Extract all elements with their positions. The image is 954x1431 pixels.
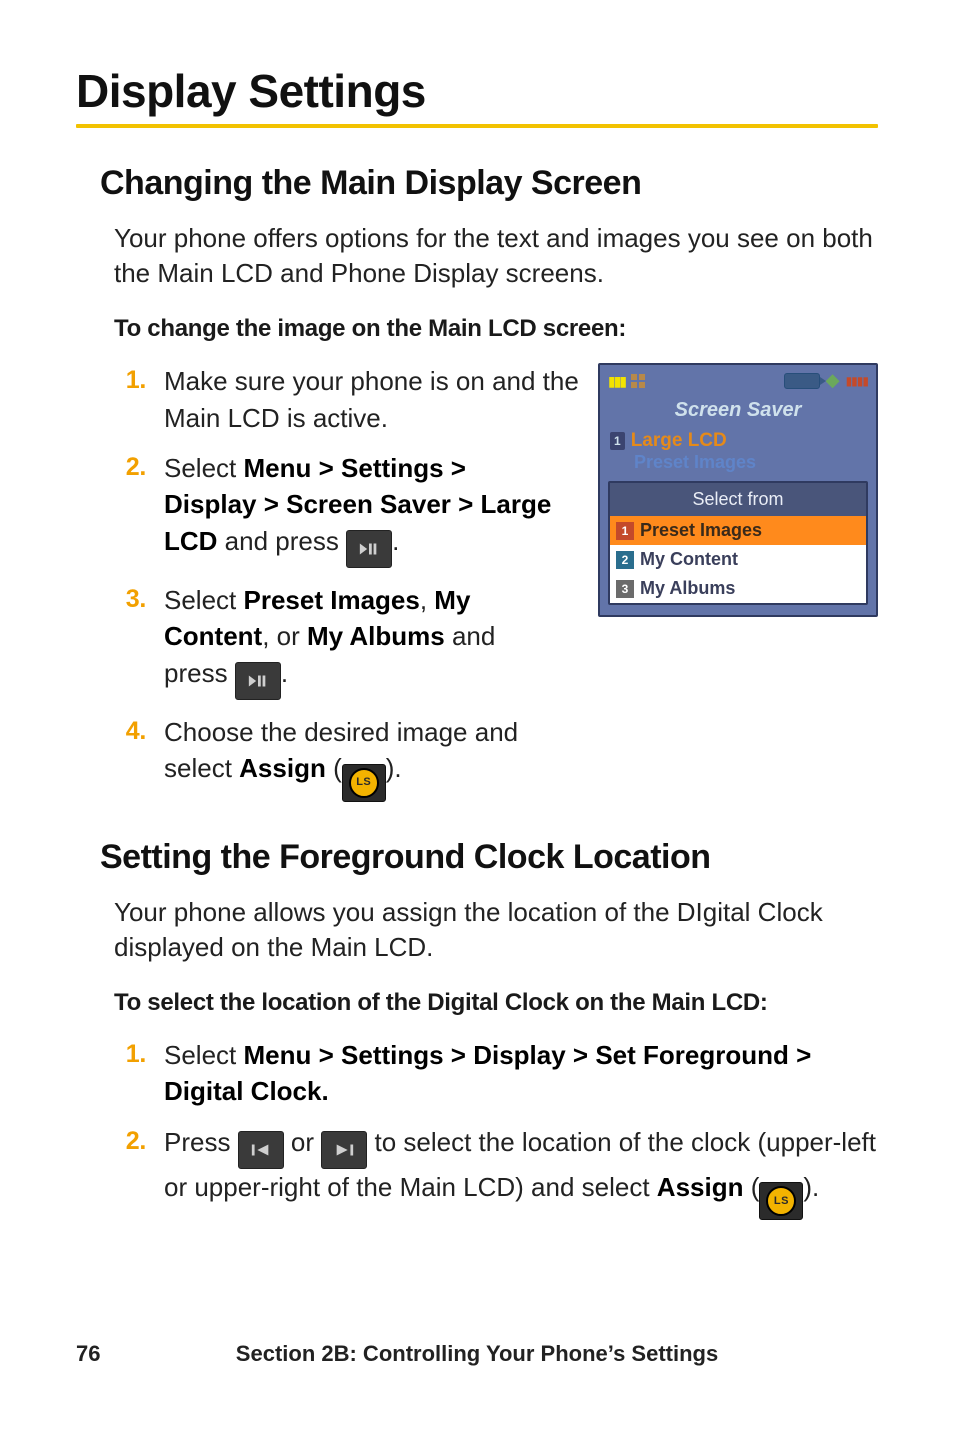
step-1-1: 1 Make sure your phone is on and the Mai…	[114, 363, 582, 436]
phone-screen-title: Screen Saver	[606, 399, 870, 422]
phone-popup-row3: 3 My Albums	[610, 574, 866, 603]
num-badge-3: 3	[616, 580, 634, 598]
step-body: Make sure your phone is on and the Main …	[164, 363, 582, 436]
page: Display Settings Changing the Main Displ…	[0, 0, 954, 1431]
step-number: 2	[114, 450, 146, 485]
section1-steps-wrapper: ▮▮▮ ▮▮▮▮ Screen Saver 1 Large LCD Preset…	[100, 363, 878, 815]
ls-softkey-icon: LS	[342, 764, 386, 802]
prev-track-key-icon	[238, 1131, 284, 1169]
num-badge-2: 2	[616, 551, 634, 569]
play-pause-key-icon	[346, 530, 392, 568]
grid-icon	[631, 374, 645, 388]
footer-section-label: Section 2B: Controlling Your Phone’s Set…	[236, 1341, 718, 1367]
page-title: Display Settings	[76, 64, 878, 118]
phone-row-sub: Preset Images	[606, 452, 870, 481]
step-1-2: 2 Select Menu > Settings > Display > Scr…	[114, 450, 554, 568]
phone-popup-opt3: My Albums	[640, 578, 735, 599]
step-2-1: 1 Select Menu > Settings > Display > Set…	[114, 1037, 878, 1110]
step-2-2: 2 Press or to select the location of the…	[114, 1124, 878, 1221]
phone-popup-head: Select from	[610, 483, 866, 516]
title-underline	[76, 124, 878, 128]
phone-popup-row1: 1 Preset Images	[610, 516, 866, 545]
signal-icon: ▮▮▮	[608, 373, 625, 390]
phone-popup-row2: 2 My Content	[610, 545, 866, 574]
phone-screenshot: ▮▮▮ ▮▮▮▮ Screen Saver 1 Large LCD Preset…	[598, 363, 878, 617]
section1-heading: Changing the Main Display Screen	[100, 164, 878, 203]
phone-popup-opt1: Preset Images	[640, 520, 762, 541]
phone-status-bar: ▮▮▮ ▮▮▮▮	[606, 371, 870, 395]
section-changing-main-display: Changing the Main Display Screen Your ph…	[76, 164, 878, 816]
phone-row-num: 1	[610, 432, 625, 450]
step-1-4: 4 Choose the desired image and select As…	[114, 714, 554, 802]
section2-intro: Your phone allows you assign the locatio…	[100, 895, 878, 965]
diamond-icon	[826, 374, 840, 388]
pill-icon	[784, 373, 820, 389]
step-body: Select Preset Images, My Content, or My …	[164, 582, 554, 700]
phone-popup-opt2: My Content	[640, 549, 738, 570]
page-footer: 76 Section 2B: Controlling Your Phone’s …	[0, 1341, 954, 1367]
step-number: 3	[114, 582, 146, 617]
phone-row-large-lcd: 1 Large LCD	[606, 428, 870, 454]
battery-icon: ▮▮▮▮	[846, 374, 868, 388]
step-body: Select Menu > Settings > Display > Scree…	[164, 450, 554, 568]
section2-heading: Setting the Foreground Clock Location	[100, 838, 878, 877]
phone-row-label: Large LCD	[631, 430, 727, 452]
step-1-3: 3 Select Preset Images, My Content, or M…	[114, 582, 554, 700]
step-number: 1	[114, 1037, 146, 1072]
ls-softkey-icon: LS	[759, 1182, 803, 1220]
section1-subhead: To change the image on the Main LCD scre…	[100, 315, 878, 343]
section1-intro: Your phone offers options for the text a…	[100, 221, 878, 291]
step-body: Choose the desired image and select Assi…	[164, 714, 554, 802]
phone-popup: Select from 1 Preset Images 2 My Content…	[608, 481, 868, 605]
step-number: 1	[114, 363, 146, 398]
step-body: Press or to select the location of the c…	[164, 1124, 878, 1221]
section2-subhead: To select the location of the Digital Cl…	[100, 989, 878, 1017]
next-track-key-icon	[321, 1131, 367, 1169]
step-number: 2	[114, 1124, 146, 1159]
step-number: 4	[114, 714, 146, 749]
step-body: Select Menu > Settings > Display > Set F…	[164, 1037, 878, 1110]
num-badge-1: 1	[616, 522, 634, 540]
section-foreground-clock: Setting the Foreground Clock Location Yo…	[76, 838, 878, 1221]
play-pause-key-icon	[235, 662, 281, 700]
page-number: 76	[76, 1341, 100, 1367]
section2-steps: 1 Select Menu > Settings > Display > Set…	[100, 1037, 878, 1220]
